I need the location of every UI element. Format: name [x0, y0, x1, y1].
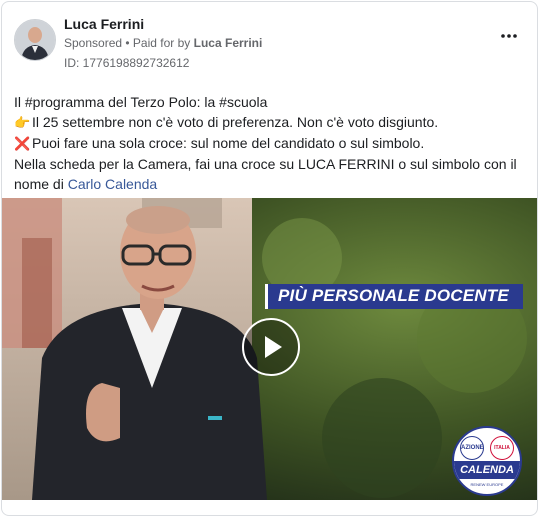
calenda-logo-text: CALENDA: [454, 461, 520, 479]
carlo-calenda-link[interactable]: Carlo Calenda: [68, 176, 158, 192]
ad-card: Luca Ferrini Sponsored • Paid for by Luc…: [1, 1, 538, 516]
pointing-hand-icon: 👉: [14, 115, 31, 130]
cross-mark-icon: ❌: [14, 136, 31, 151]
text-line-3: ❌ Puoi fare una sola croce: sul nome del …: [14, 133, 526, 154]
more-horizontal-icon: [501, 34, 517, 38]
party-logo: AZIONE ITALIA VIVA CALENDA RENEW EUROPE: [452, 426, 522, 496]
more-options-button[interactable]: [501, 30, 517, 40]
play-icon: [265, 336, 282, 358]
text-line-2-content: Il 25 settembre non c'è voto di preferen…: [32, 114, 439, 130]
text-line-5-prefix: nome di: [14, 176, 64, 192]
sponsored-label: Sponsored: [64, 36, 123, 50]
text-line-5: nome di Carlo Calenda: [14, 174, 526, 194]
author-name[interactable]: Luca Ferrini: [64, 16, 144, 32]
italia-viva-logo-text: ITALIA VIVA: [490, 436, 514, 473]
video-overlay-caption: PIÙ PERSONALE DOCENTE: [265, 284, 523, 309]
paid-for-name: Luca Ferrini: [193, 36, 263, 50]
post-text: Il #programma del Terzo Polo: la #scuola…: [14, 92, 526, 194]
sponsored-line: Sponsored • Paid for by Luca Ferrini: [64, 36, 262, 50]
post-header: Luca Ferrini Sponsored • Paid for by Luc…: [2, 2, 537, 82]
avatar-portrait: [15, 20, 55, 60]
text-line-3-content: Puoi fare una sola croce: sul nome del c…: [32, 135, 425, 151]
text-line-2: 👉 Il 25 settembre non c'è voto di prefere…: [14, 112, 526, 133]
text-line-4: Nella scheda per la Camera, fai una croc…: [14, 156, 517, 172]
azione-logo-text: AZIONE: [460, 436, 484, 460]
author-avatar[interactable]: [14, 19, 56, 61]
ad-id: ID: 1776198892732612: [64, 56, 190, 70]
text-line-1: Il #programma del Terzo Polo: la #scuola: [14, 94, 268, 110]
play-button[interactable]: [242, 318, 300, 376]
video-player[interactable]: PIÙ PERSONALE DOCENTE AZIONE ITALIA VIVA…: [2, 198, 537, 500]
paid-for-prefix: • Paid for by: [125, 36, 191, 50]
renew-europe-text: RENEW EUROPE: [470, 482, 504, 487]
